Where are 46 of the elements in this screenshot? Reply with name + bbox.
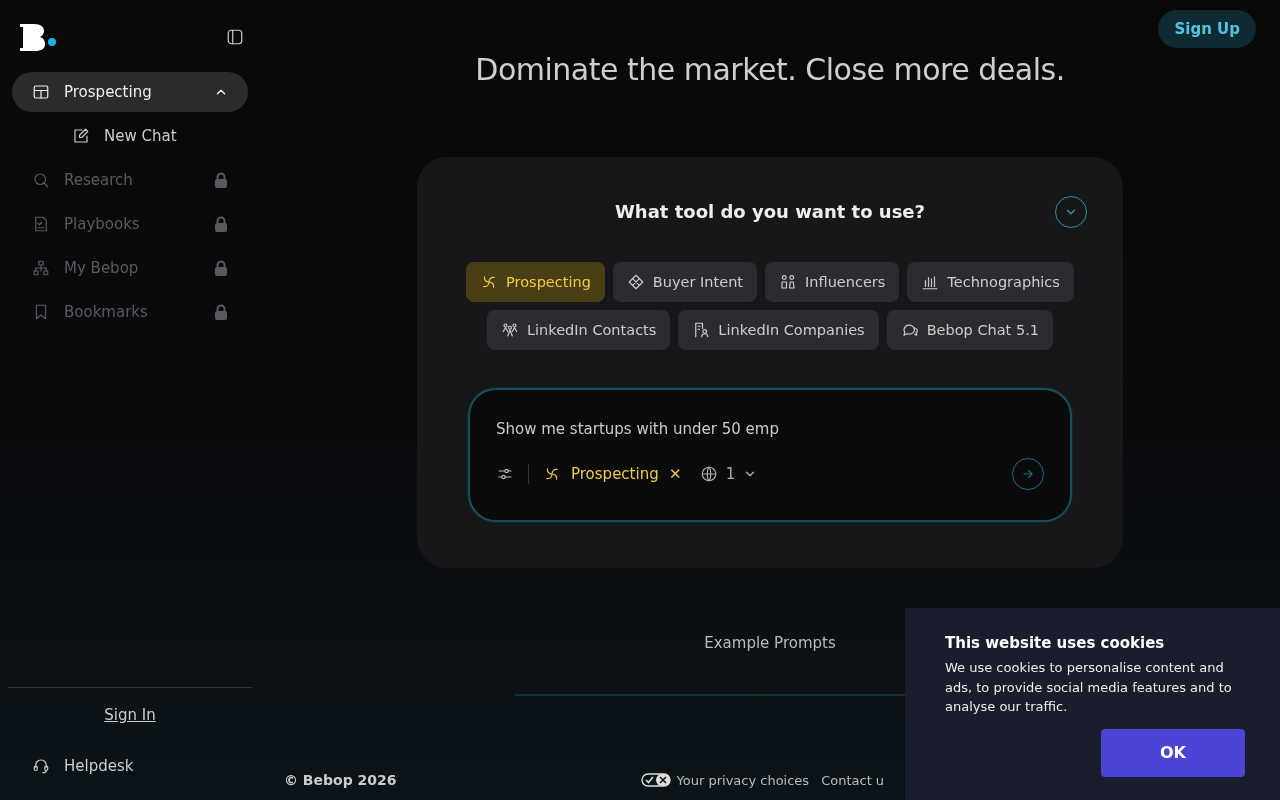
helpdesk-link[interactable]: Helpdesk xyxy=(12,746,248,786)
sidebar-item[interactable]: Prospecting xyxy=(12,72,248,112)
sign-up-button[interactable]: Sign Up xyxy=(1158,10,1256,48)
spiral-icon xyxy=(543,465,561,483)
tool-chip[interactable]: Buyer Intent xyxy=(612,262,758,302)
people-icon xyxy=(779,273,798,291)
source-count-dropdown[interactable]: 1 xyxy=(699,465,758,483)
ok-button[interactable]: OK xyxy=(1101,728,1245,777)
search-icon xyxy=(32,171,50,189)
copyright: © Bebop 2026 xyxy=(284,772,397,788)
globe-icon xyxy=(699,465,718,483)
headset-icon xyxy=(32,757,50,775)
tool-chip[interactable]: LinkedIn Contacts xyxy=(487,310,671,350)
bar-chart-icon xyxy=(921,273,940,291)
lock-icon xyxy=(214,304,228,320)
prompt-box[interactable]: Show me startups with under 50 emp Prospecting ✕ 1 xyxy=(468,388,1072,522)
footer-link[interactable]: Your privacy choices xyxy=(640,772,810,788)
tool-chip[interactable]: Bebop Chat 5.1 xyxy=(886,310,1053,350)
tool-tag: Prospecting xyxy=(571,465,659,483)
sidebar-toggle-icon[interactable] xyxy=(226,28,244,46)
group-icon xyxy=(501,321,519,339)
building-person-icon xyxy=(692,321,711,339)
sign-in-link[interactable]: Sign In xyxy=(104,706,156,724)
remove-tool-button[interactable]: ✕ xyxy=(668,465,690,483)
footer-link[interactable]: Contact u xyxy=(821,772,885,788)
lock-icon xyxy=(214,260,228,276)
tool-chip[interactable]: LinkedIn Companies xyxy=(678,310,879,350)
headline: Dominate the market. Close more deals. xyxy=(475,52,1065,87)
org-chart-icon xyxy=(32,259,50,277)
arrow-right-icon xyxy=(1021,467,1035,481)
diamond-icon xyxy=(626,273,645,291)
sidebar-subitem[interactable]: New Chat xyxy=(12,116,248,156)
document-icon xyxy=(32,215,50,233)
tool-chip[interactable]: Prospecting xyxy=(466,262,605,302)
card-title: What tool do you want to use? xyxy=(614,201,925,222)
edit-icon xyxy=(72,127,90,145)
tool-chip[interactable]: Technographics xyxy=(907,262,1074,302)
cookie-title: This website uses cookies xyxy=(945,634,1166,652)
tool-chip[interactable]: Influencers xyxy=(765,262,900,302)
cookie-text: We use cookies to personalise content and ads, to provide social media features and to analyse our traffic. xyxy=(945,659,1233,716)
lock-icon xyxy=(214,172,228,188)
privacy-toggle-icon xyxy=(640,773,671,787)
logo[interactable] xyxy=(18,22,58,52)
example-prompts-heading: Example Prompts xyxy=(704,634,836,652)
lock-icon xyxy=(214,216,228,232)
table-icon xyxy=(32,83,50,101)
